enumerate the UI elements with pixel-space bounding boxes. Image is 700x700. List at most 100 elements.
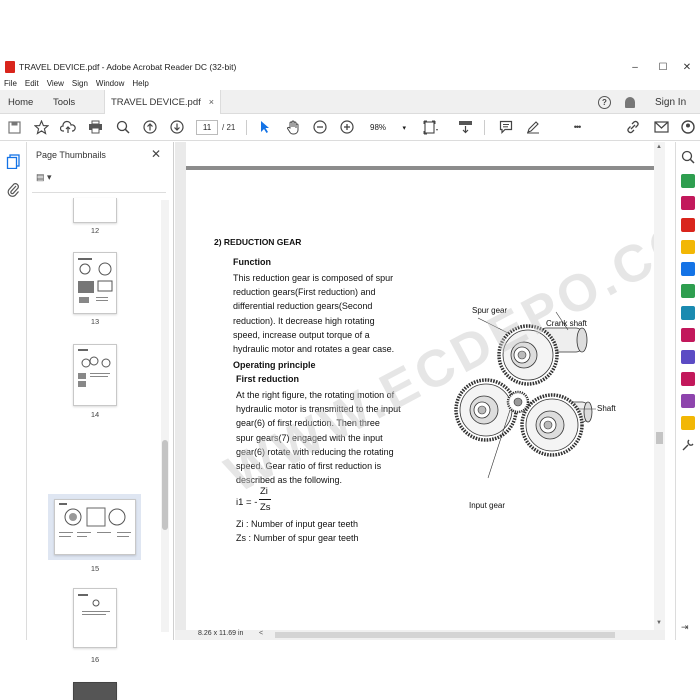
collapse-pane-icon[interactable]: ⇥: [681, 622, 695, 636]
organize-pages-icon[interactable]: [681, 196, 695, 210]
print-button[interactable]: [86, 118, 104, 136]
zoom-out-button[interactable]: [311, 118, 329, 136]
user-icon: [681, 120, 695, 134]
thumbnail-page-17[interactable]: [73, 682, 117, 700]
sign-in-button[interactable]: Sign In: [655, 90, 686, 114]
menu-bar: File Edit View Sign Window Help: [0, 76, 700, 90]
scroll-mode-button[interactable]: [456, 118, 474, 136]
label-spur-gear: Spur gear: [472, 306, 508, 315]
thumbnail-page-16[interactable]: [73, 588, 117, 648]
protect-icon[interactable]: [681, 350, 695, 364]
menu-file[interactable]: File: [4, 79, 17, 88]
scroll-down-icon[interactable]: ▼: [656, 620, 662, 626]
scroll-left-icon[interactable]: <: [259, 630, 263, 637]
create-pdf-icon[interactable]: [681, 174, 695, 188]
wrench-icon: [682, 439, 694, 451]
account-button[interactable]: [679, 118, 697, 136]
text-line: reduction). It decrease high rotating: [233, 315, 375, 326]
notifications-button[interactable]: [625, 90, 635, 114]
text-line: This reduction gear is composed of spur: [233, 273, 394, 283]
tab-tools[interactable]: Tools: [53, 90, 75, 114]
formula-denominator: Zs: [260, 502, 271, 513]
first-reduction-paragraph: At the right figure, the rotating motion…: [236, 388, 405, 487]
help-button[interactable]: ?: [598, 90, 611, 114]
arrow-up-circle-icon: [143, 120, 157, 134]
comment-tool-icon[interactable]: [681, 240, 695, 254]
definition-zi: Zi : Number of input gear teeth: [236, 519, 359, 529]
tab-home[interactable]: Home: [8, 90, 33, 114]
close-panel-icon[interactable]: ✕: [151, 147, 161, 161]
text-line: speed. Gear ratio of first reduction is: [236, 461, 382, 472]
document-scrollbar-thumb[interactable]: [656, 432, 663, 444]
thumbnail-page-13[interactable]: [73, 252, 117, 314]
thumbnail-page-15[interactable]: [54, 499, 136, 555]
edit-pdf-icon[interactable]: [681, 284, 695, 298]
text-line: At the right figure, the rotating motion…: [236, 390, 395, 400]
combine-files-icon[interactable]: [681, 262, 695, 276]
thumbnails-scrollbar-thumb[interactable]: [162, 440, 168, 530]
menu-view[interactable]: View: [47, 79, 64, 88]
page-fit-icon: [423, 120, 438, 134]
right-spur-gear-shape: [520, 393, 584, 457]
function-heading: Function: [233, 257, 271, 267]
zoom-in-button[interactable]: [338, 118, 356, 136]
save-button[interactable]: [5, 118, 23, 136]
thumbnail-preview: [78, 258, 113, 303]
minimize-button[interactable]: –: [620, 58, 650, 76]
scroll-up-icon[interactable]: ▲: [656, 144, 662, 150]
page-fit-button[interactable]: [422, 118, 440, 136]
document-viewport[interactable]: 2) REDUCTION GEAR Function This reductio…: [175, 142, 665, 630]
horizontal-scrollbar-thumb[interactable]: [275, 632, 615, 638]
select-tool-button[interactable]: [256, 118, 274, 136]
prepare-form-icon[interactable]: [681, 394, 695, 408]
upload-cloud-button[interactable]: [59, 118, 77, 136]
next-page-button[interactable]: [168, 118, 186, 136]
label-input-gear: Input gear: [469, 501, 506, 510]
zoom-level-select[interactable]: 98% ▾: [366, 120, 410, 135]
bookmark-star-button[interactable]: [32, 118, 50, 136]
mail-icon: [653, 121, 669, 133]
label-shaft: Shaft: [597, 404, 616, 413]
pdf-page: 2) REDUCTION GEAR Function This reductio…: [186, 142, 665, 630]
comment-button[interactable]: [497, 118, 515, 136]
main-toolbar: 11 / 21 98% ▾ •••: [0, 114, 700, 141]
text-line: hydraulic motor is transmitted to the in…: [236, 404, 401, 415]
magnifier-icon: [116, 120, 130, 134]
zoom-tool-icon[interactable]: [681, 150, 695, 164]
scan-ocr-icon[interactable]: [681, 306, 695, 320]
tab-document[interactable]: TRAVEL DEVICE.pdf ×: [104, 90, 222, 114]
fill-sign-icon[interactable]: [681, 328, 695, 342]
hand-tool-button[interactable]: [284, 118, 302, 136]
export-pdf-icon[interactable]: [681, 218, 695, 232]
attachments-toggle[interactable]: [6, 182, 21, 197]
thumbnail-options-menu[interactable]: ▤ ▾: [36, 172, 52, 183]
close-window-button[interactable]: ✕: [672, 58, 700, 76]
menu-sign[interactable]: Sign: [72, 79, 88, 88]
right-tools-rail: ⇥: [675, 142, 700, 640]
rich-media-icon[interactable]: [681, 416, 695, 430]
thumbnail-label-15: 15: [90, 564, 100, 573]
thumbnail-page-14[interactable]: [73, 344, 117, 406]
email-button[interactable]: [652, 118, 670, 136]
text-line: differential reduction gears(Second: [233, 301, 373, 312]
reduction-gear-figure: [454, 311, 596, 479]
menu-help[interactable]: Help: [132, 79, 148, 88]
thumbnail-page-12[interactable]: [73, 198, 117, 223]
menu-edit[interactable]: Edit: [25, 79, 39, 88]
text-line: gear(6) of first reduction. Then three: [236, 418, 380, 429]
zoom-search-button[interactable]: [114, 118, 132, 136]
thumbnails-scrollbar[interactable]: [161, 200, 169, 632]
previous-page-button[interactable]: [141, 118, 159, 136]
send-for-signature-icon[interactable]: [681, 372, 695, 386]
tab-close-icon[interactable]: ×: [209, 97, 214, 107]
draw-button[interactable]: [524, 118, 542, 136]
more-tools-icon[interactable]: [681, 438, 695, 452]
help-icon: ?: [598, 95, 611, 109]
page-number-input[interactable]: 11: [196, 120, 218, 135]
document-scrollbar[interactable]: ▲ ▼: [654, 142, 665, 630]
function-paragraph: This reduction gear is composed of spur …: [233, 271, 405, 356]
share-link-button[interactable]: [624, 118, 642, 136]
menu-window[interactable]: Window: [96, 79, 124, 88]
more-tools-button[interactable]: •••: [568, 118, 586, 136]
page-thumbnails-toggle[interactable]: [6, 154, 21, 170]
